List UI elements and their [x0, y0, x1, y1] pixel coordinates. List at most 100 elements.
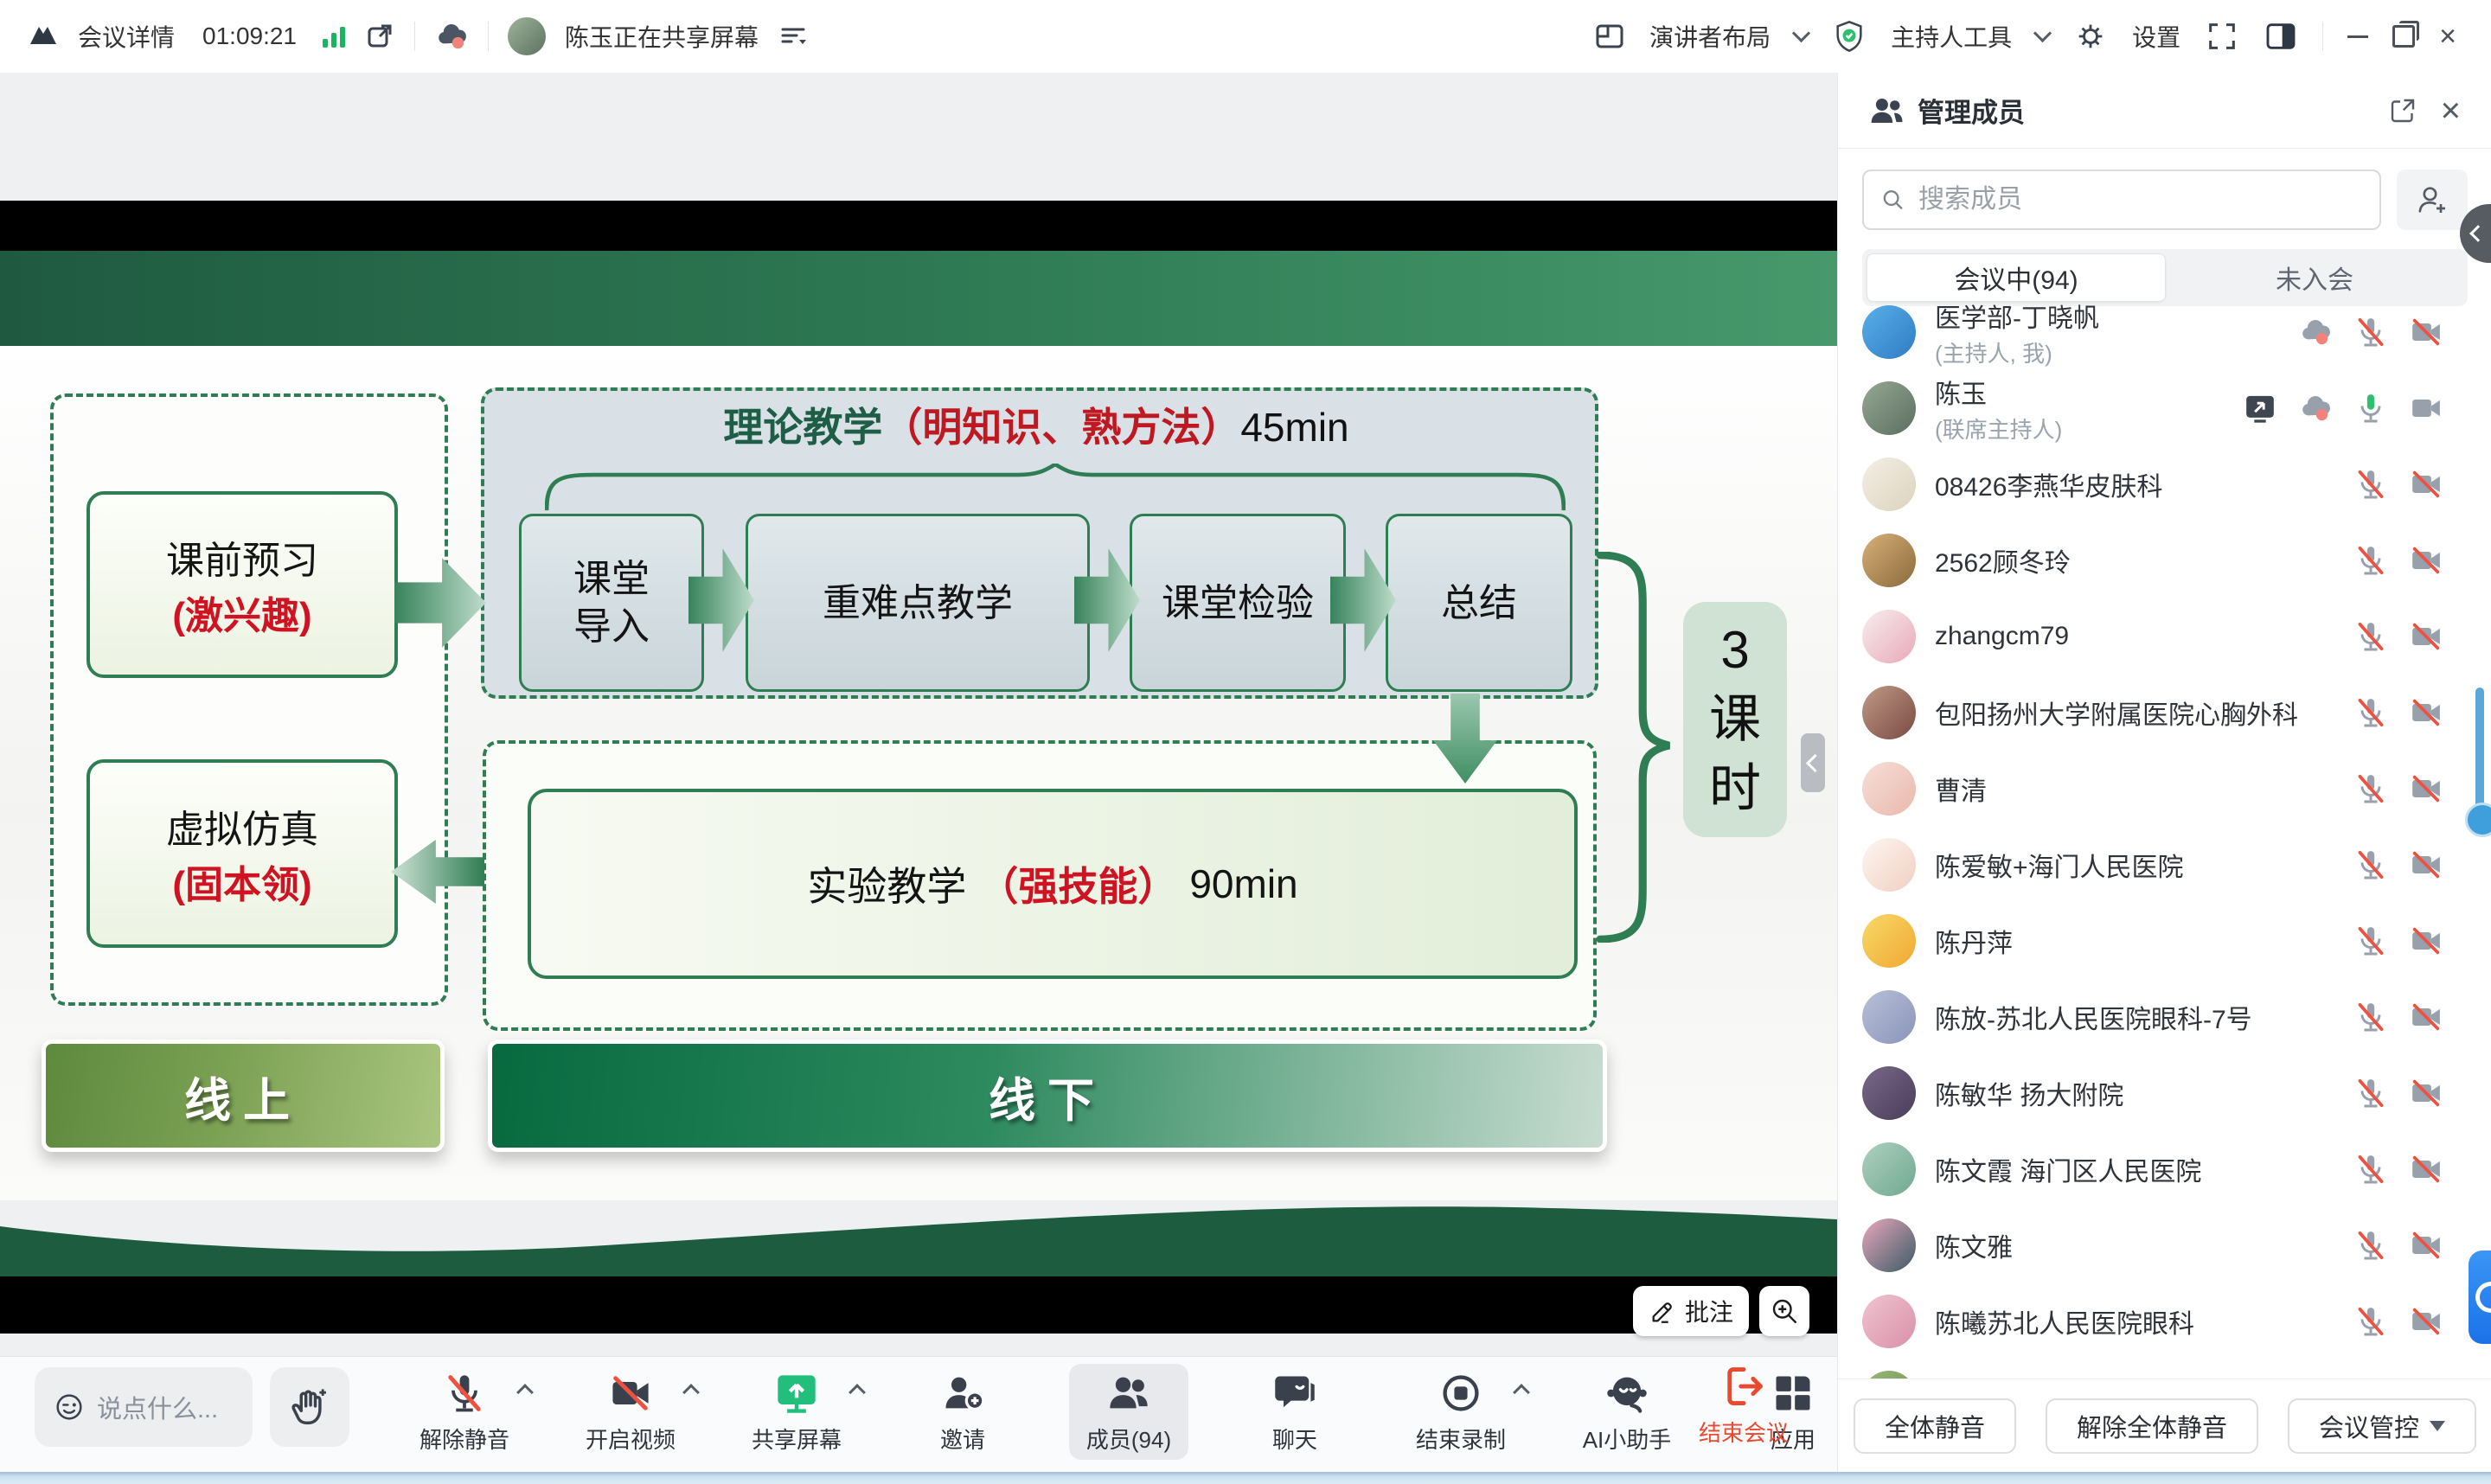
- share-detail-icon[interactable]: [778, 21, 809, 52]
- member-row[interactable]: [1838, 1359, 2491, 1378]
- restore-button[interactable]: [2392, 25, 2415, 48]
- chevron-up-icon[interactable]: [848, 1384, 866, 1401]
- toolbar-邀请-button[interactable]: 邀请: [903, 1364, 1022, 1460]
- mic-off-icon[interactable]: [2353, 1000, 2388, 1034]
- mic-off-icon[interactable]: [2353, 848, 2388, 882]
- toolbar-共享屏幕-button[interactable]: 共享屏幕: [737, 1364, 856, 1460]
- toolbar-结束录制-button[interactable]: 结束录制: [1401, 1364, 1521, 1460]
- raise-hand-button[interactable]: [270, 1367, 349, 1447]
- member-row[interactable]: 包阳扬州大学附属医院心胸外科: [1838, 675, 2491, 751]
- member-row[interactable]: 医学部-丁晓帆 (主持人, 我): [1838, 294, 2491, 370]
- step-summary-box: 总结: [1386, 514, 1572, 692]
- member-row[interactable]: 曹清: [1838, 751, 2491, 827]
- cam-off-icon[interactable]: [2409, 1228, 2443, 1263]
- member-row[interactable]: 陈曦苏北人民医院眼科: [1838, 1283, 2491, 1359]
- cam-off-icon[interactable]: [2409, 1304, 2443, 1339]
- chevron-up-icon[interactable]: [682, 1384, 700, 1401]
- member-row[interactable]: 陈文雅: [1838, 1207, 2491, 1283]
- mic-off-icon[interactable]: [2353, 543, 2388, 578]
- mic-off-icon[interactable]: [2353, 1076, 2388, 1110]
- avatar: [1862, 990, 1916, 1044]
- end-meeting-button[interactable]: 结束会议: [1699, 1364, 1789, 1448]
- toolbar-聊天-button[interactable]: 聊天: [1235, 1364, 1354, 1460]
- cam-on-icon[interactable]: [2409, 391, 2443, 425]
- annotate-button[interactable]: 批注: [1633, 1286, 1749, 1336]
- member-row[interactable]: 陈敏华 扬大附院: [1838, 1055, 2491, 1131]
- mic-off-icon[interactable]: [2353, 467, 2388, 502]
- close-button[interactable]: ×: [2439, 22, 2456, 51]
- mic-on-icon[interactable]: [2353, 391, 2388, 425]
- cloud-record-icon[interactable]: [434, 19, 469, 54]
- mic-off-icon[interactable]: [2353, 619, 2388, 654]
- cam-off-icon[interactable]: [2409, 315, 2443, 349]
- cam-off-icon: [608, 1371, 653, 1416]
- search-members-input[interactable]: [1917, 184, 2364, 215]
- open-external-icon[interactable]: [364, 21, 395, 52]
- member-name: zhangcm79: [1935, 622, 2069, 651]
- member-row[interactable]: 陈放-苏北人民医院眼科-7号: [1838, 979, 2491, 1055]
- cam-off-icon[interactable]: [2409, 771, 2443, 806]
- toolbar-解除静音-button[interactable]: 解除静音: [405, 1364, 524, 1460]
- fullscreen-icon[interactable]: [2205, 19, 2239, 54]
- zoom-in-button[interactable]: [1759, 1286, 1809, 1336]
- close-panel-icon[interactable]: ×: [2441, 93, 2461, 128]
- minimize-button[interactable]: [2347, 35, 2368, 38]
- member-name: 陈曦苏北人民医院眼科: [1935, 1302, 2194, 1340]
- member-row[interactable]: zhangcm79: [1838, 598, 2491, 675]
- member-row[interactable]: 陈丹萍: [1838, 903, 2491, 979]
- toggle-sidebar-icon[interactable]: [2264, 19, 2298, 54]
- member-row[interactable]: 陈文霞 海门区人民医院: [1838, 1131, 2491, 1207]
- collapse-thumbnails-tab[interactable]: [1801, 733, 1825, 792]
- mic-off-icon[interactable]: [2353, 771, 2388, 806]
- mic-off-icon[interactable]: [2353, 1152, 2388, 1187]
- mic-off-icon[interactable]: [2353, 695, 2388, 730]
- cam-off-icon[interactable]: [2409, 924, 2443, 958]
- meeting-details-button[interactable]: 会议详情: [78, 19, 175, 54]
- member-list-scrollbar[interactable]: [2475, 688, 2484, 809]
- search-icon: [1879, 185, 1906, 214]
- member-row[interactable]: 2562顾冬玲: [1838, 522, 2491, 598]
- cam-off-icon[interactable]: [2409, 543, 2443, 578]
- cloud-icon[interactable]: [2298, 391, 2333, 425]
- toolbar-成员-button[interactable]: 成员(94): [1069, 1364, 1188, 1460]
- cam-off-icon[interactable]: [2409, 619, 2443, 654]
- toolbar-AI小助手-button[interactable]: AI小助手: [1567, 1364, 1687, 1460]
- add-member-button[interactable]: [2397, 170, 2468, 230]
- share-icon[interactable]: [2243, 391, 2277, 425]
- member-row[interactable]: 08426李燕华皮肤科: [1838, 446, 2491, 522]
- class-hours-char: 3: [1720, 619, 1749, 681]
- mute-all-button[interactable]: 全体静音: [1854, 1398, 2016, 1454]
- cloud-icon[interactable]: [2298, 315, 2333, 349]
- floating-app-shortcut[interactable]: [2469, 1251, 2491, 1344]
- cam-off-icon[interactable]: [2409, 695, 2443, 730]
- mic-off-icon[interactable]: [2353, 1304, 2388, 1339]
- cam-off-icon[interactable]: [2409, 1000, 2443, 1034]
- toolbar-开启视频-button[interactable]: 开启视频: [571, 1364, 690, 1460]
- host-tools-dropdown[interactable]: 主持人工具: [1891, 19, 2012, 54]
- slide-wave-decoration: [0, 1200, 1837, 1276]
- meeting-control-button[interactable]: 会议管控: [2288, 1398, 2476, 1454]
- popout-panel-icon[interactable]: [2387, 95, 2418, 126]
- cam-off-icon[interactable]: [2409, 1152, 2443, 1187]
- mic-off-icon[interactable]: [2353, 1228, 2388, 1263]
- mic-off-icon[interactable]: [2353, 924, 2388, 958]
- avatar: [1862, 1142, 1916, 1196]
- cam-off-icon[interactable]: [2409, 1076, 2443, 1110]
- settings-button[interactable]: 设置: [2132, 19, 2180, 54]
- layout-dropdown[interactable]: 演讲者布局: [1649, 19, 1771, 54]
- member-status-icons: [2353, 543, 2443, 578]
- chevron-up-icon[interactable]: [516, 1384, 534, 1401]
- toolbar-item-label: 解除静音: [419, 1423, 509, 1455]
- avatar: [1862, 762, 1916, 816]
- window-bottom-strip: [0, 1472, 2491, 1484]
- cam-off-icon[interactable]: [2409, 467, 2443, 502]
- mic-off-icon[interactable]: [2353, 315, 2388, 349]
- unmute-all-button[interactable]: 解除全体静音: [2046, 1398, 2258, 1454]
- chevron-up-icon[interactable]: [1513, 1384, 1530, 1401]
- pre-class-box: 课前预习(激兴趣): [86, 491, 398, 678]
- cam-off-icon[interactable]: [2409, 848, 2443, 882]
- member-row[interactable]: 陈玉 (联席主持人): [1838, 370, 2491, 446]
- member-row[interactable]: 陈爱敏+海门人民医院: [1838, 827, 2491, 903]
- toolbar-item-label: 开启视频: [586, 1423, 676, 1455]
- quick-chat-input[interactable]: 说点什么...: [35, 1367, 253, 1447]
